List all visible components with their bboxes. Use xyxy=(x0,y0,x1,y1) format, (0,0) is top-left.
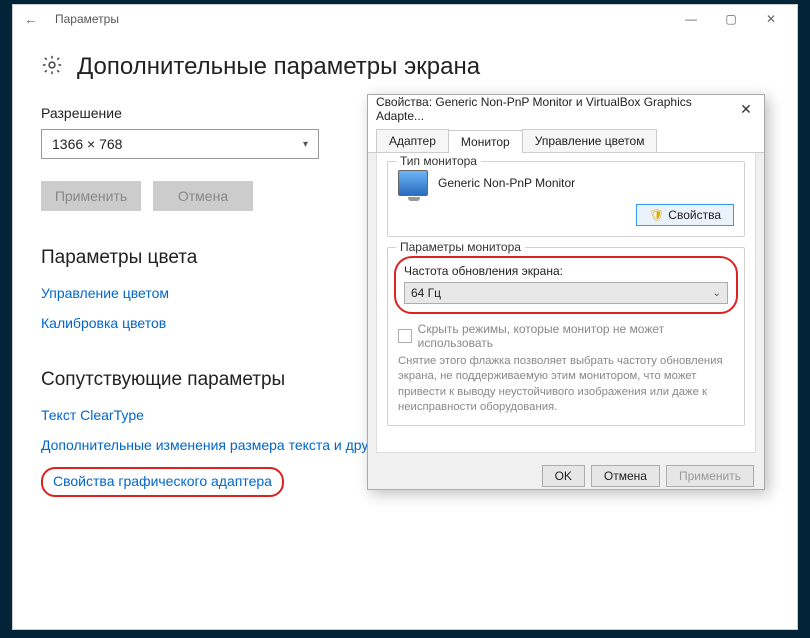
dialog-body: Тип монитора Generic Non-PnP Monitor 🛡 С… xyxy=(376,153,756,453)
resolution-select[interactable]: 1366 × 768 ▾ xyxy=(41,129,319,159)
link-adapter-properties[interactable]: Свойства графического адаптера xyxy=(53,473,272,489)
back-button[interactable]: ← xyxy=(19,7,43,31)
shield-icon: 🛡 xyxy=(649,208,664,222)
group-monitor-params-title: Параметры монитора xyxy=(396,240,525,254)
monitor-icon xyxy=(398,170,428,196)
dialog-cancel-button[interactable]: Отмена xyxy=(591,465,660,487)
refresh-rate-value: 64 Гц xyxy=(411,286,441,300)
minimize-button[interactable]: — xyxy=(671,7,711,31)
chevron-down-icon: ▾ xyxy=(303,139,308,150)
monitor-properties-button[interactable]: 🛡 Свойства xyxy=(636,204,734,226)
tab-monitor[interactable]: Монитор xyxy=(448,130,523,153)
titlebar: ← Параметры — ▢ ✕ xyxy=(13,5,797,33)
group-monitor-type-title: Тип монитора xyxy=(396,154,481,168)
dialog-close-button[interactable]: ✕ xyxy=(736,101,756,118)
hide-modes-hint: Снятие этого флажка позволяет выбрать ча… xyxy=(398,354,734,415)
dialog-title: Свойства: Generic Non-PnP Monitor и Virt… xyxy=(376,95,736,123)
dialog-ok-button[interactable]: OK xyxy=(542,465,585,487)
refresh-rate-label: Частота обновления экрана: xyxy=(404,264,728,278)
apply-button[interactable]: Применить xyxy=(41,181,141,211)
page-title: Дополнительные параметры экрана xyxy=(77,53,480,81)
dialog-tabs: Адаптер Монитор Управление цветом xyxy=(368,123,764,153)
hide-modes-label: Скрыть режимы, которые монитор не может … xyxy=(418,322,734,350)
chevron-down-icon: ⌄ xyxy=(713,288,721,299)
highlight-adapter-link: Свойства графического адаптера xyxy=(41,467,284,497)
resolution-value: 1366 × 768 xyxy=(52,136,122,152)
hide-modes-row[interactable]: Скрыть режимы, которые монитор не может … xyxy=(398,322,734,350)
group-monitor-type: Тип монитора Generic Non-PnP Monitor 🛡 С… xyxy=(387,161,745,237)
maximize-button[interactable]: ▢ xyxy=(711,7,751,31)
monitor-properties-dialog: Свойства: Generic Non-PnP Monitor и Virt… xyxy=(367,94,765,490)
window-title: Параметры xyxy=(55,12,119,26)
hide-modes-checkbox[interactable] xyxy=(398,329,412,343)
highlight-refresh-rate: Частота обновления экрана: 64 Гц ⌄ xyxy=(394,256,738,314)
monitor-properties-button-label: Свойства xyxy=(668,208,721,222)
group-monitor-params: Параметры монитора Частота обновления эк… xyxy=(387,247,745,426)
dialog-footer: OK Отмена Применить xyxy=(368,459,764,497)
dialog-titlebar: Свойства: Generic Non-PnP Monitor и Virt… xyxy=(368,95,764,123)
monitor-name: Generic Non-PnP Monitor xyxy=(438,176,575,190)
dialog-apply-button[interactable]: Применить xyxy=(666,465,754,487)
close-button[interactable]: ✕ xyxy=(751,7,791,31)
tab-adapter[interactable]: Адаптер xyxy=(376,129,449,152)
cancel-button[interactable]: Отмена xyxy=(153,181,253,211)
refresh-rate-select[interactable]: 64 Гц ⌄ xyxy=(404,282,728,304)
page-header: Дополнительные параметры экрана xyxy=(41,53,769,81)
tab-color[interactable]: Управление цветом xyxy=(522,129,658,152)
gear-icon xyxy=(41,54,63,81)
